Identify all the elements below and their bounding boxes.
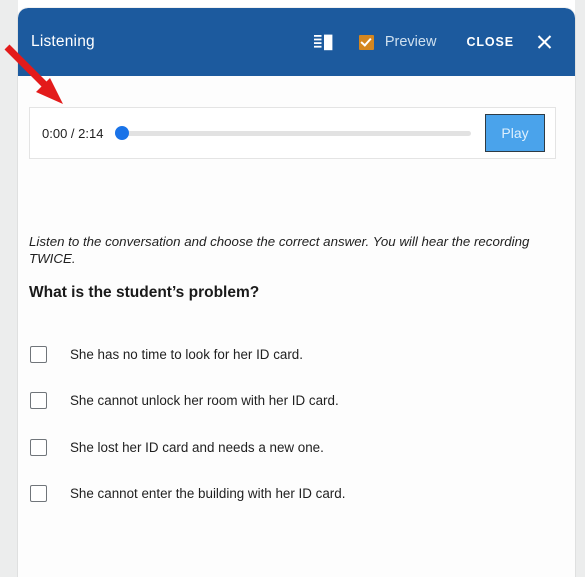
answer-checkbox[interactable] — [30, 392, 47, 410]
answer-option-label: She cannot unlock her room with her ID c… — [70, 393, 339, 409]
audio-time-display: 0:00 / 2:14 — [42, 125, 104, 141]
preview-toggle[interactable]: Preview — [358, 34, 437, 50]
close-icon[interactable] — [536, 34, 553, 51]
answer-options-list: She has no time to look for her ID card.… — [30, 331, 530, 517]
listening-dialog: Listening Preview CLOSE 0:00 / 2:14 Play… — [18, 8, 575, 577]
answer-option-label: She lost her ID card and needs a new one… — [70, 439, 324, 455]
answer-option[interactable]: She lost her ID card and needs a new one… — [30, 424, 530, 471]
preview-checkbox[interactable] — [358, 34, 374, 50]
answer-option-label: She has no time to look for her ID card. — [70, 346, 303, 362]
answer-option[interactable]: She cannot unlock her room with her ID c… — [30, 378, 530, 425]
page-gutter-left — [0, 0, 18, 577]
question-text: What is the student’s problem? — [29, 284, 260, 301]
header-actions: Preview CLOSE — [313, 34, 553, 51]
answer-checkbox[interactable] — [30, 485, 47, 503]
answer-option-label: She cannot enter the building with her I… — [70, 486, 346, 502]
screen: Listening Preview CLOSE 0:00 / 2:14 Play… — [0, 0, 585, 577]
page-title: Listening — [31, 33, 95, 50]
audio-player: 0:00 / 2:14 Play — [29, 107, 556, 159]
page-gutter-right — [575, 0, 585, 577]
answer-option[interactable]: She cannot enter the building with her I… — [30, 471, 530, 518]
dialog-body: 0:00 / 2:14 Play Listen to the conversat… — [18, 76, 575, 577]
answer-checkbox[interactable] — [30, 438, 47, 456]
preview-label: Preview — [384, 34, 437, 50]
side-by-side-view-icon[interactable] — [313, 34, 333, 51]
audio-seek-thumb[interactable] — [115, 126, 130, 140]
audio-seek-slider[interactable] — [115, 123, 471, 143]
play-button[interactable]: Play — [485, 114, 545, 152]
dialog-header: Listening Preview CLOSE — [18, 8, 575, 76]
answer-option[interactable]: She has no time to look for her ID card. — [30, 331, 530, 378]
close-button[interactable]: CLOSE — [466, 35, 514, 49]
answer-checkbox[interactable] — [30, 345, 47, 363]
instruction-text: Listen to the conversation and choose th… — [29, 234, 530, 267]
audio-seek-track[interactable] — [115, 130, 471, 136]
